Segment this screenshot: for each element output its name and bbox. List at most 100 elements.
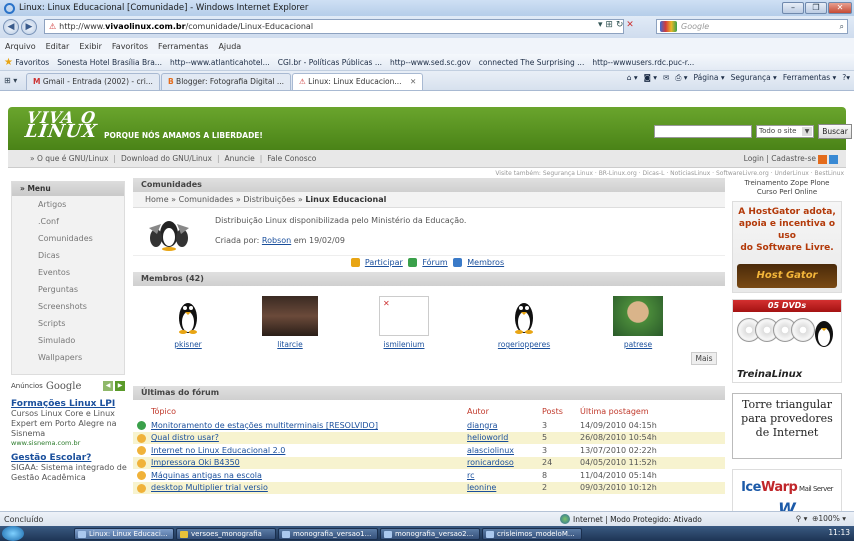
table-row[interactable]: desktop Multiplier trial versio leonine 2 0… [133, 481, 725, 494]
creator-link[interactable]: Robson [262, 236, 291, 245]
topic-link[interactable]: Máquinas antigas na escola [133, 469, 463, 482]
nav-anuncie[interactable]: Anuncie [225, 154, 255, 163]
search-icon[interactable]: ⌕ [840, 20, 844, 33]
nav-fale-conosco[interactable]: Fale Conosco [267, 154, 316, 163]
tab-linux[interactable]: ⚠ Linux: Linux Educacion... ✕ [292, 73, 424, 90]
forum-link[interactable]: Fórum [422, 258, 447, 267]
quick-tabs-icon[interactable]: ⊞ ▾ [0, 73, 26, 90]
member-card[interactable]: patrese [603, 296, 673, 349]
ad-title[interactable]: Formações Linux LPI [11, 399, 129, 409]
ad-title[interactable]: Gestão Escolar? [11, 453, 129, 463]
prev-icon[interactable]: ◀ [103, 381, 113, 391]
zoom-control[interactable]: ⚲ ▾ ⊕100% ▾ [796, 514, 846, 523]
maximize-button[interactable]: ❐ [805, 2, 827, 14]
side-item-conf[interactable]: .Conf [12, 213, 124, 230]
author-link[interactable]: helioworld [463, 431, 538, 444]
start-button[interactable] [2, 526, 24, 541]
member-name[interactable]: rogeriopperes [489, 340, 559, 349]
side-item-perguntas[interactable]: Perguntas [12, 281, 124, 298]
side-item-simulado[interactable]: Simulado [12, 332, 124, 349]
member-card[interactable]: pkisner [153, 296, 223, 349]
tab-gmail[interactable]: M Gmail - Entrada (2002) - cri... [26, 73, 160, 90]
menu-arquivo[interactable]: Arquivo [0, 42, 41, 51]
nav-download[interactable]: Download do GNU/Linux [121, 154, 212, 163]
dropdown-icon[interactable]: ▾ [598, 20, 603, 30]
table-row[interactable]: Internet no Linux Educacional 2.0 alascio… [133, 444, 725, 457]
topic-link[interactable]: Qual distro usar? [133, 431, 463, 444]
fav-item-4[interactable]: http--www.sed.sc.gov [386, 58, 475, 67]
taskbar-item[interactable]: versoes_monografia [176, 527, 276, 540]
nav-o-que-e[interactable]: » O que é GNU/Linux [30, 154, 108, 163]
topic-link[interactable]: Monitoramento de estações multiterminais… [133, 419, 463, 432]
page-menu[interactable]: Página ▾ [694, 73, 725, 83]
site-search-input[interactable] [654, 125, 752, 138]
ad-item[interactable]: Gestão Escolar? SIGAA: Sistema integrado… [11, 453, 129, 483]
menu-editar[interactable]: Editar [41, 42, 75, 51]
member-name[interactable]: patrese [603, 340, 673, 349]
fav-item-3[interactable]: CGI.br - Políticas Públicas ... [274, 58, 386, 67]
menu-ferramentas[interactable]: Ferramentas [153, 42, 213, 51]
close-tab-icon[interactable]: ✕ [410, 77, 416, 86]
security-zone[interactable]: Internet | Modo Protegido: Ativado [560, 514, 702, 524]
side-item-artigos[interactable]: Artigos [12, 196, 124, 213]
home-icon[interactable]: ⌂ ▾ [627, 73, 638, 83]
site-logo[interactable]: VIVA O LINUX [24, 108, 100, 142]
table-row[interactable]: Monitoramento de estações multiterminais… [133, 419, 725, 432]
taskbar-item[interactable]: crisleimos_modeloM... [482, 527, 582, 540]
mail-icon[interactable]: ✉ [663, 73, 669, 83]
fav-item-1[interactable]: Sonesta Hotel Brasília Bra... [53, 58, 166, 67]
breadcrumb-path[interactable]: Home » Comunidades » Distribuições » [145, 195, 305, 204]
fav-item-5[interactable]: connected The Surprising ... [475, 58, 589, 67]
member-name[interactable]: litarcie [255, 340, 325, 349]
security-menu[interactable]: Segurança ▾ [731, 73, 777, 83]
buscar-button[interactable]: Buscar [818, 124, 852, 139]
side-item-scripts[interactable]: Scripts [12, 315, 124, 332]
favorites-button[interactable]: ★ Favoritos [0, 57, 53, 68]
taskbar-item[interactable]: Linux: Linux Educaci... [74, 527, 174, 540]
author-link[interactable]: rc [463, 469, 538, 482]
tools-menu[interactable]: Ferramentas ▾ [783, 73, 836, 83]
author-link[interactable]: ronicardoso [463, 456, 538, 469]
zope-training-link[interactable]: Treinamento Zope Plone [732, 179, 842, 188]
side-item-wallpapers[interactable]: Wallpapers [12, 349, 124, 366]
member-card[interactable]: rogeriopperes [489, 296, 559, 349]
close-button[interactable]: ✕ [828, 2, 852, 14]
help-icon[interactable]: ?▾ [842, 73, 850, 83]
member-card[interactable]: litarcie [255, 296, 325, 349]
table-row[interactable]: Máquinas antigas na escola rc 8 11/04/2010 … [133, 469, 725, 482]
side-item-dicas[interactable]: Dicas [12, 247, 124, 264]
ad-item[interactable]: Formações Linux LPI Cursos Linux Core e … [11, 399, 129, 447]
side-item-eventos[interactable]: Eventos [12, 264, 124, 281]
side-item-screenshots[interactable]: Screenshots [12, 298, 124, 315]
stop-icon[interactable]: ✕ [626, 20, 634, 30]
fav-item-6[interactable]: http--wwwusers.rdc.puc-r... [588, 58, 698, 67]
feeds-icon[interactable]: ◙ ▾ [644, 73, 657, 83]
menu-favoritos[interactable]: Favoritos [107, 42, 153, 51]
author-link[interactable]: leonine [463, 481, 538, 494]
member-name[interactable]: pkisner [153, 340, 223, 349]
rss-icon[interactable] [818, 154, 827, 164]
perl-course-link[interactable]: Curso Perl Online [732, 188, 842, 197]
compat-icon[interactable]: ⊞ [605, 20, 613, 30]
table-row[interactable]: Impressora Oki B4350 ronicardoso 24 04/05/2… [133, 456, 725, 469]
minimize-button[interactable]: – [782, 2, 804, 14]
author-link[interactable]: diangra [463, 419, 538, 432]
torre-ad[interactable]: Torre triangular para provedores de Inte… [732, 393, 842, 459]
menu-exibir[interactable]: Exibir [74, 42, 107, 51]
taskbar-item[interactable]: monografia_versao2... [380, 527, 480, 540]
search-input[interactable]: Google ⌕ [656, 19, 848, 34]
twitter-icon[interactable] [829, 154, 838, 164]
participar-link[interactable]: Participar [365, 258, 403, 267]
login-link[interactable]: Login [744, 154, 764, 163]
membros-link[interactable]: Membros [467, 258, 504, 267]
hostgator-banner[interactable]: A HostGator adota, apoia e incentiva o u… [732, 201, 842, 293]
more-members-button[interactable]: Mais [691, 352, 717, 365]
topic-link[interactable]: Internet no Linux Educacional 2.0 [133, 444, 463, 457]
tab-blogger[interactable]: B Blogger: Fotografia Digital ... [160, 73, 292, 90]
site-search-select[interactable]: Todo o site ▼ [756, 125, 814, 138]
menu-ajuda[interactable]: Ajuda [213, 42, 246, 51]
forward-button[interactable]: ▶ [21, 19, 37, 35]
table-row[interactable]: Qual distro usar? helioworld 5 26/08/2010 1… [133, 431, 725, 444]
signup-link[interactable]: Cadastre-se [771, 154, 816, 163]
next-icon[interactable]: ▶ [115, 381, 125, 391]
